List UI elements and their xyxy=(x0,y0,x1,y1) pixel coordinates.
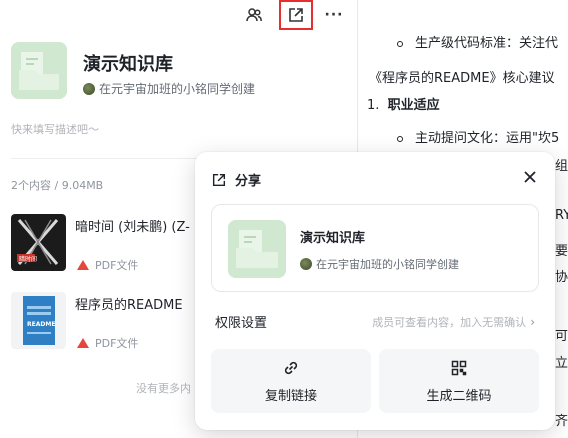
share-icon xyxy=(212,173,226,186)
kb-creator: 在元宇宙加班的小铭同学创建 xyxy=(83,80,255,97)
share-icon xyxy=(289,8,303,22)
content-count: 2个内容 / 9.04MB xyxy=(11,179,104,192)
share-dialog: 分享 演示知识库 在元宇宙加班的小铭同学创建 权限设置 成员可查看内容，加入无需… xyxy=(195,152,555,430)
bullet-icon xyxy=(397,40,403,47)
card-creator-text: 在元宇宙加班的小铭同学创建 xyxy=(316,258,459,271)
preview-line: 主动提问文化：运用"坎5 xyxy=(397,127,559,146)
copy-link-button[interactable]: 复制链接 xyxy=(211,349,371,413)
avatar xyxy=(83,82,95,95)
book-cover-anshijian: 暗时间 xyxy=(11,214,66,271)
avatar xyxy=(300,258,312,270)
kb-creator-text: 在元宇宙加班的小铭同学创建 xyxy=(99,82,256,96)
document-type-label: PDF文件 xyxy=(95,259,139,272)
pdf-icon xyxy=(77,260,89,270)
pdf-icon xyxy=(77,338,89,348)
qr-code-icon xyxy=(451,360,467,375)
cover-text: README xyxy=(27,321,55,328)
document-type: PDF文件 xyxy=(77,335,138,351)
kb-description-input[interactable]: 快来填写描述吧～ xyxy=(11,121,99,137)
document-name[interactable]: 暗时间 (刘未鹏) (Z- xyxy=(75,216,190,235)
list-end-text: 没有更多内 xyxy=(136,382,191,395)
kb-cover-icon xyxy=(11,42,67,99)
share-dialog-title: 分享 xyxy=(235,174,262,189)
qr-label: 生成二维码 xyxy=(426,388,492,404)
share-dialog-header: 分享 xyxy=(211,170,261,189)
preview-line: 1. 职业适应 xyxy=(367,98,440,113)
permission-setting[interactable]: 成员可查看内容，加入无需确认 › xyxy=(372,314,535,330)
kb-cover-icon xyxy=(228,220,286,278)
chevron-right-icon: › xyxy=(530,315,535,329)
cover-text: 暗时间 xyxy=(19,255,37,263)
book-cover-readme: README xyxy=(11,292,66,349)
copy-link-label: 复制链接 xyxy=(264,388,317,404)
preview-line: 协 xyxy=(555,270,568,285)
document-name[interactable]: 程序员的README xyxy=(75,294,183,313)
preview-line: 生产级代码标准：关注代 xyxy=(397,32,558,51)
document-type-label: PDF文件 xyxy=(95,337,139,350)
members-button[interactable] xyxy=(239,1,269,29)
generate-qr-button[interactable]: 生成二维码 xyxy=(379,349,539,413)
preview-line: 组 xyxy=(555,159,568,174)
preview-line: 齐 xyxy=(555,414,568,429)
close-icon xyxy=(524,171,536,183)
bullet-icon xyxy=(397,135,403,142)
card-creator: 在元宇宙加班的小铭同学创建 xyxy=(300,256,459,272)
preview-line: 《程序员的README》核心建议 xyxy=(369,71,555,86)
card-title: 演示知识库 xyxy=(300,231,366,246)
link-icon xyxy=(284,361,298,374)
permission-label: 权限设置 xyxy=(215,316,268,331)
share-preview-card: 演示知识库 在元宇宙加班的小铭同学创建 xyxy=(211,204,539,292)
more-button[interactable]: ··· xyxy=(319,1,349,29)
document-type: PDF文件 xyxy=(77,257,138,273)
share-button[interactable] xyxy=(279,0,313,30)
members-icon xyxy=(246,8,262,22)
close-button[interactable] xyxy=(521,168,539,186)
preview-line: 要 xyxy=(555,244,568,259)
permission-value: 成员可查看内容，加入无需确认 xyxy=(372,316,527,329)
kb-title: 演示知识库 xyxy=(83,54,173,75)
preview-line: 可 xyxy=(555,329,568,344)
preview-line: RY xyxy=(555,208,568,223)
preview-line: 立 xyxy=(555,356,568,371)
